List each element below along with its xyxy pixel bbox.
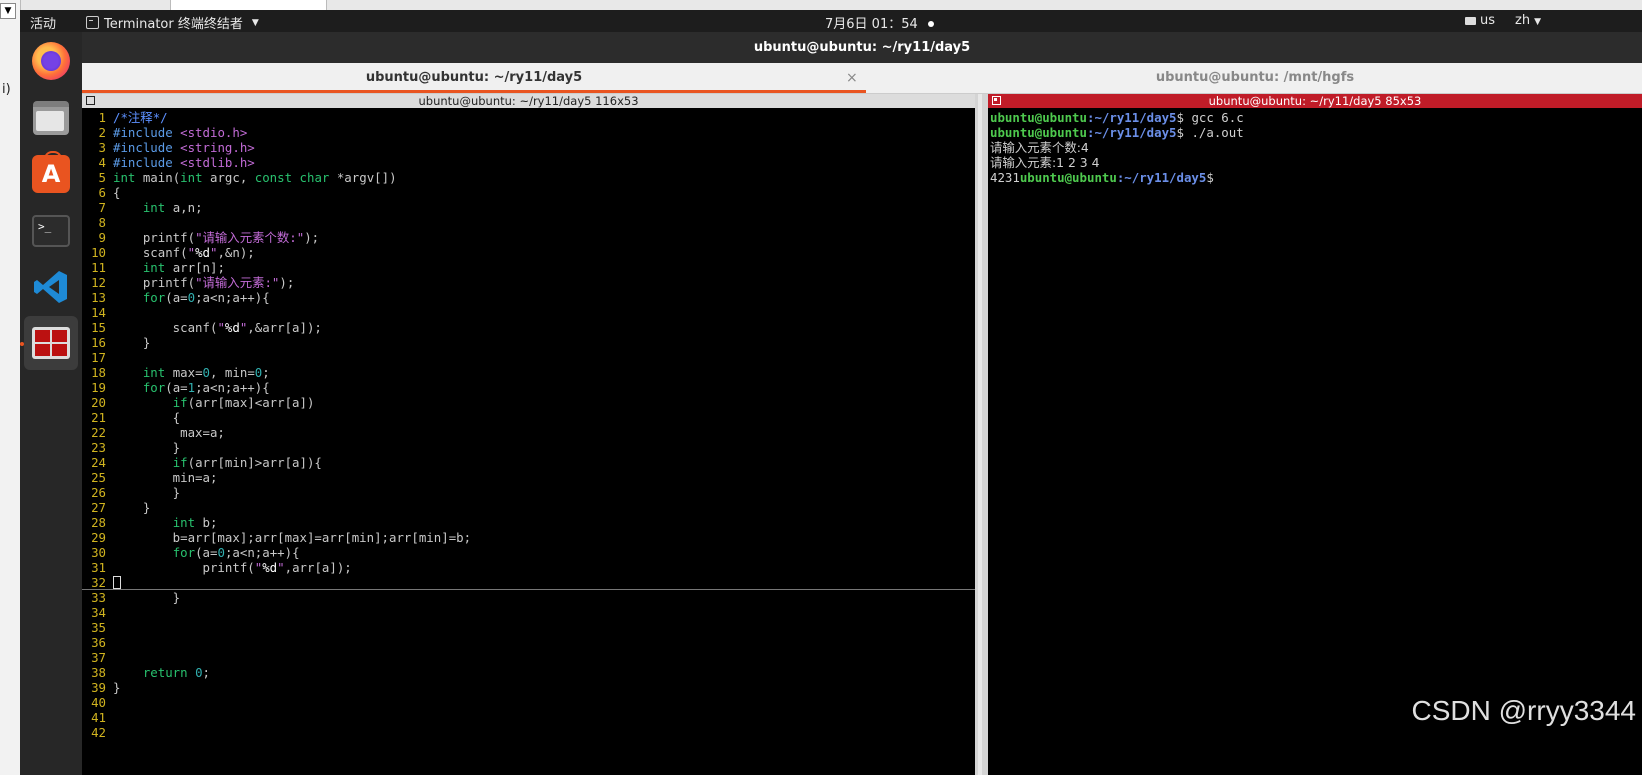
pane-group-icon[interactable] xyxy=(86,96,95,105)
code-line: 42 xyxy=(91,725,106,740)
code-line: 25 min=a; xyxy=(91,470,218,485)
tab-hgfs[interactable]: ubuntu@ubuntu: /mnt/hgfs xyxy=(868,63,1642,93)
host-window-top xyxy=(20,0,1642,11)
shell-line: ubuntu@ubuntu:~/ry11/day5$ gcc 6.c xyxy=(990,110,1244,125)
code-line-current: 32 xyxy=(82,575,121,590)
code-line: 20 if(arr[max]<arr[a]) xyxy=(91,395,315,410)
code-line: 19 for(a=1;a<n;a++){ xyxy=(91,380,270,395)
code-line: 1/*注释*/ xyxy=(98,110,168,125)
terminal-icon: >_ xyxy=(32,215,70,247)
activities-button[interactable]: 活动 xyxy=(30,13,56,32)
code-line: 28 int b; xyxy=(91,515,218,530)
code-line: 12 printf("请输入元素:"); xyxy=(91,275,295,290)
input-method-label: zh xyxy=(1515,13,1531,28)
app-menu-label: Terminator 终端终结者 xyxy=(104,17,243,32)
software-store-icon: A xyxy=(32,151,70,193)
tab-day5[interactable]: ubuntu@ubuntu: ~/ry11/day5 xyxy=(82,63,866,93)
code-line: 27 } xyxy=(91,500,151,515)
dock-item-files[interactable] xyxy=(24,91,78,145)
keyboard-layout-label: us xyxy=(1480,13,1496,28)
code-line: 31 printf("%d",arr[a]); xyxy=(91,560,352,575)
shell-pane[interactable]: ubuntu@ubuntu:~/ry11/day5$ gcc 6.c ubunt… xyxy=(988,108,1642,775)
code-line: 7 int a,n; xyxy=(98,200,203,215)
host-window-left-edge: ▼ ⅰ) xyxy=(0,0,21,775)
files-icon xyxy=(33,101,69,135)
code-line: 23 } xyxy=(91,440,181,455)
dock-item-software-store[interactable]: A xyxy=(24,147,78,201)
code-line: 8 xyxy=(98,215,106,230)
text-cursor xyxy=(113,576,121,589)
clock-label: 7月6日 01：54 xyxy=(825,17,918,32)
code-line: 38 return 0; xyxy=(91,665,211,680)
code-line: 33 } xyxy=(91,590,181,605)
code-line: 17 xyxy=(91,350,106,365)
firefox-icon xyxy=(32,42,70,80)
code-line: 4 #include <stdlib.h> xyxy=(98,155,255,170)
shell-output: 请输入元素个数:4 xyxy=(990,140,1089,155)
code-line: 11 int arr[n]; xyxy=(91,260,225,275)
keyboard-layout-indicator[interactable]: us xyxy=(1465,13,1495,28)
left-pane-title: ubuntu@ubuntu: ~/ry11/day5 116x53 xyxy=(418,94,639,108)
dock-item-firefox[interactable] xyxy=(24,34,78,88)
shell-output: 请输入元素:1 2 3 4 xyxy=(990,155,1100,170)
code-line: 41 xyxy=(91,710,106,725)
code-line: 26 } xyxy=(91,485,181,500)
shell-line: ubuntu@ubuntu:~/ry11/day5$ ./a.out xyxy=(990,125,1244,140)
window-title: ubuntu@ubuntu: ~/ry11/day5 xyxy=(82,32,1642,63)
code-line: 22 max=a; xyxy=(91,425,225,440)
right-pane-titlebar[interactable]: ubuntu@ubuntu: ~/ry11/day5 85x53 xyxy=(988,94,1642,108)
close-icon[interactable]: × xyxy=(846,63,858,93)
tab-bar: ubuntu@ubuntu: ~/ry11/day5 × ubuntu@ubun… xyxy=(82,63,1642,94)
code-line: 2 #include <stdio.h> xyxy=(98,125,248,140)
code-line: 14 xyxy=(91,305,106,320)
cursorline-rule xyxy=(82,589,975,590)
app-menu[interactable]: Terminator 终端终结者 ▼ xyxy=(86,13,259,32)
code-line: 39} xyxy=(91,680,121,695)
left-pane-titlebar[interactable]: ubuntu@ubuntu: ~/ry11/day5 116x53 xyxy=(82,94,975,108)
code-line: 3 #include <string.h> xyxy=(98,140,255,155)
vscode-icon xyxy=(32,268,70,306)
shell-line: 4231ubuntu@ubuntu:~/ry11/day5$ xyxy=(990,170,1214,185)
code-line: 24 if(arr[min]>arr[a]){ xyxy=(91,455,322,470)
code-line: 13 for(a=0;a<n;a++){ xyxy=(91,290,270,305)
notification-dot-icon xyxy=(927,21,934,27)
dock-item-vscode[interactable] xyxy=(24,260,78,314)
chevron-down-icon: ▼ xyxy=(1534,17,1541,27)
dock: A >_ xyxy=(20,32,82,775)
input-method-menu[interactable]: zh ▼ xyxy=(1515,13,1541,28)
chevron-down-icon[interactable]: ▼ xyxy=(0,3,16,19)
keyboard-icon xyxy=(1465,16,1476,25)
code-line: 6{ xyxy=(98,185,121,200)
code-line: 37 xyxy=(91,650,106,665)
code-line: 36 xyxy=(91,635,106,650)
terminal-app-icon xyxy=(86,16,99,29)
terminator-window: ubuntu@ubuntu: ~/ry11/day5 ubuntu@ubuntu… xyxy=(82,32,1642,775)
pane-group-icon[interactable] xyxy=(992,96,1001,105)
vim-editor-pane[interactable]: 1/*注释*/ 2 #include <stdio.h> 3 #include <s… xyxy=(82,108,975,775)
top-bar: 活动 Terminator 终端终结者 ▼ 7月6日 01：54 us zh ▼ xyxy=(20,10,1642,32)
dock-item-terminal[interactable]: >_ xyxy=(24,204,78,258)
dock-item-terminator[interactable] xyxy=(24,316,78,370)
code-line: 10 scanf("%d",&n); xyxy=(91,245,255,260)
code-line: 15 scanf("%d",&arr[a]); xyxy=(91,320,322,335)
code-line: 5 int main(int argc, const char *argv[]) xyxy=(98,170,397,185)
code-line: 16 } xyxy=(91,335,151,350)
chevron-down-icon: ▼ xyxy=(251,17,259,28)
code-line: 21 { xyxy=(91,410,181,425)
terminator-icon xyxy=(32,327,70,359)
code-line: 34 xyxy=(91,605,106,620)
right-pane-title: ubuntu@ubuntu: ~/ry11/day5 85x53 xyxy=(1208,94,1422,108)
code-line: 40 xyxy=(91,695,106,710)
watermark: CSDN @rryy3344 xyxy=(1411,695,1636,726)
code-line: 29 b=arr[max];arr[max]=arr[min];arr[min]… xyxy=(91,530,472,545)
clock[interactable]: 7月6日 01：54 xyxy=(825,13,934,32)
code-line: 35 xyxy=(91,620,106,635)
host-fragment-text: ⅰ) xyxy=(2,82,11,97)
pane-divider[interactable] xyxy=(975,94,988,775)
code-line: 9 printf("请输入元素个数:"); xyxy=(98,230,320,245)
code-line: 18 int max=0, min=0; xyxy=(91,365,270,380)
code-line: 30 for(a=0;a<n;a++){ xyxy=(91,545,300,560)
